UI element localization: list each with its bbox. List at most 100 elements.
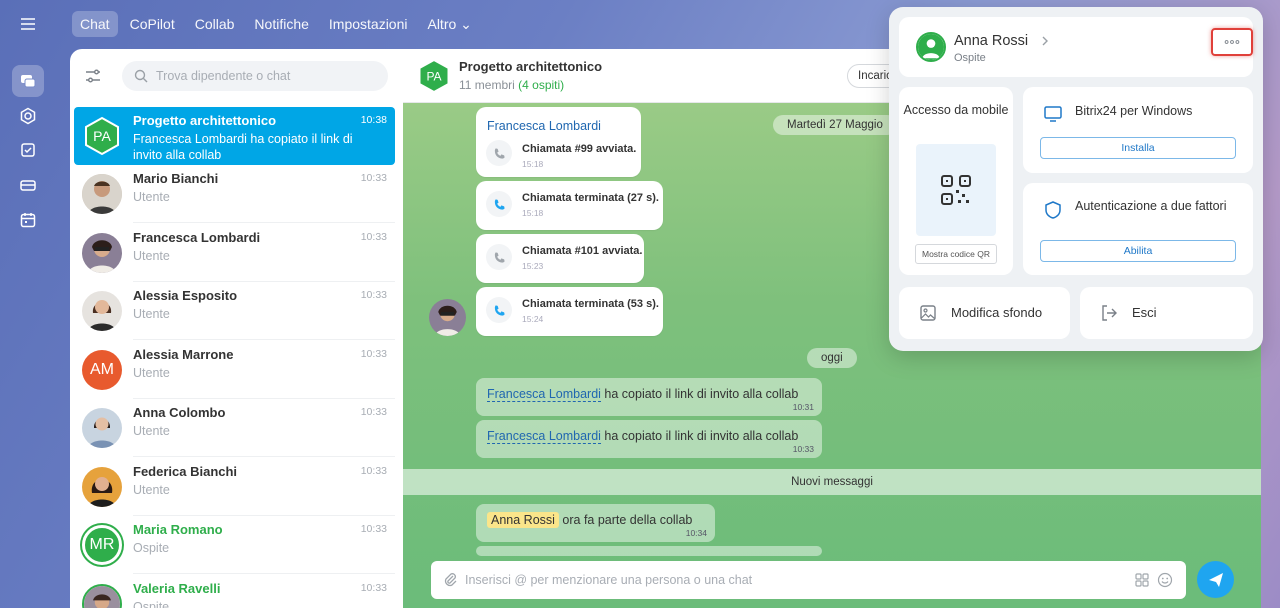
- drive-icon[interactable]: [12, 169, 44, 201]
- chat-name: Federica Bianchi: [133, 464, 238, 479]
- call-time: 15:18: [522, 159, 544, 169]
- new-messages-divider: Nuovi messaggi: [403, 469, 1261, 495]
- phone-icon: [486, 191, 512, 217]
- logout-button[interactable]: Esci: [1080, 287, 1253, 339]
- chat-item-maria-romano[interactable]: MR Maria Romano 10:33 Ospite: [74, 516, 395, 574]
- call-message: Chiamata terminata (27 s). 15:18: [476, 181, 663, 230]
- image-icon: [920, 305, 936, 321]
- tab-chat[interactable]: Chat: [72, 11, 118, 37]
- chat-item-francesca[interactable]: Francesca Lombardi 10:33 Utente: [74, 224, 395, 282]
- call-text: Chiamata terminata (27 s).: [522, 192, 659, 204]
- user-link[interactable]: Francesca Lombardi: [487, 387, 601, 402]
- call-time: 15:23: [522, 261, 544, 271]
- windows-app-card: Bitrix24 per Windows Installa: [1023, 87, 1253, 173]
- chat-role: Ospite: [133, 600, 170, 608]
- sender-name[interactable]: Francesca Lombardi: [487, 119, 601, 133]
- chat-item-mario[interactable]: Mario Bianchi 10:33 Utente: [74, 165, 395, 223]
- user-mention[interactable]: Anna Rossi: [487, 512, 559, 528]
- chat-role: Utente: [133, 249, 170, 263]
- chat-item-alessia-esposito[interactable]: Alessia Esposito 10:33 Utente: [74, 282, 395, 340]
- avatar: MR: [82, 525, 122, 565]
- chat-role: Utente: [133, 307, 170, 321]
- tab-impostazioni[interactable]: Impostazioni: [321, 11, 416, 37]
- tab-copilot[interactable]: CoPilot: [122, 11, 183, 37]
- calendar-icon[interactable]: [12, 204, 44, 236]
- logout-label: Esci: [1132, 305, 1157, 320]
- chat-item-federica[interactable]: Federica Bianchi 10:33 Utente: [74, 458, 395, 516]
- chat-item-alessia-marrone[interactable]: AM Alessia Marrone 10:33 Utente: [74, 341, 395, 399]
- hexagon-icon[interactable]: [12, 100, 44, 132]
- chat-item-progetto[interactable]: PA Progetto architettonico 10:38 Frances…: [74, 107, 395, 165]
- chat-avatar[interactable]: PA: [417, 59, 451, 93]
- user-menu-popup: Anna Rossi Ospite Accesso da mobile Most…: [889, 7, 1263, 351]
- avatar: AM: [82, 350, 122, 390]
- send-button[interactable]: [1197, 561, 1234, 598]
- chat-time: 10:33: [360, 582, 387, 594]
- chat-role: Utente: [133, 190, 170, 204]
- tasks-icon[interactable]: [12, 134, 44, 166]
- date-separator: Martedì 27 Maggio: [773, 115, 897, 135]
- call-message: Chiamata terminata (53 s). 15:24: [476, 287, 663, 336]
- top-navigation: Chat CoPilot Collab Notifiche Impostazio…: [72, 10, 480, 38]
- mobile-access-label: Accesso da mobile: [903, 103, 1009, 117]
- filter-icon[interactable]: [84, 67, 102, 85]
- enable-button[interactable]: Abilita: [1040, 240, 1236, 262]
- user-link[interactable]: Francesca Lombardi: [487, 429, 601, 444]
- chat-title[interactable]: Progetto architettonico: [459, 59, 602, 74]
- chat-item-valeria[interactable]: Valeria Ravelli 10:33 Ospite: [74, 575, 395, 608]
- chat-time: 10:33: [360, 348, 387, 360]
- attach-icon[interactable]: [443, 572, 458, 587]
- joined-message: Anna Rossi ora fa parte della collab 10:…: [476, 504, 715, 542]
- chat-item-anna-colombo[interactable]: Anna Colombo 10:33 Utente: [74, 399, 395, 457]
- tab-notifiche[interactable]: Notifiche: [246, 11, 316, 37]
- call-message: Chiamata #101 avviata. 15:23: [476, 234, 644, 283]
- chat-name: Francesca Lombardi: [133, 230, 261, 245]
- search-icon: [134, 69, 148, 83]
- message-input[interactable]: [465, 561, 1105, 599]
- chat-time: 10:33: [360, 172, 387, 184]
- avatar: [82, 584, 122, 608]
- call-text: Chiamata #99 avviata.: [522, 143, 637, 155]
- apps-icon[interactable]: [1134, 572, 1150, 588]
- avatar: [82, 467, 122, 507]
- avatar: [82, 233, 122, 273]
- phone-icon: [486, 140, 512, 166]
- sender-avatar[interactable]: [429, 299, 466, 336]
- show-qr-button[interactable]: Mostra codice QR: [915, 244, 997, 264]
- emoji-icon[interactable]: [1157, 572, 1173, 588]
- message-time: 10:31: [792, 402, 814, 412]
- menu-icon[interactable]: [12, 8, 44, 40]
- send-icon: [1208, 572, 1223, 587]
- user-avatar: [916, 32, 946, 62]
- call-text: Chiamata #101 avviata.: [522, 245, 643, 257]
- more-options-button[interactable]: [1211, 28, 1253, 56]
- avatar: [82, 174, 122, 214]
- search-box: [122, 61, 388, 91]
- svg-text:PA: PA: [426, 70, 441, 84]
- install-button[interactable]: Installa: [1040, 137, 1236, 159]
- message-composer: [431, 561, 1186, 599]
- chat-list: PA Progetto architettonico 10:38 Frances…: [70, 49, 403, 608]
- call-time: 15:24: [522, 314, 544, 324]
- avatar: PA: [82, 116, 122, 156]
- chat-name: Mario Bianchi: [133, 171, 219, 186]
- mobile-access-card: Accesso da mobile Mostra codice QR: [899, 87, 1013, 275]
- chat-time: 10:33: [360, 289, 387, 301]
- user-card[interactable]: Anna Rossi Ospite: [899, 17, 1253, 77]
- chat-name: Alessia Esposito: [133, 288, 238, 303]
- avatar-initials: PA: [93, 128, 111, 144]
- change-background-label: Modifica sfondo: [951, 305, 1043, 320]
- qr-code-icon: [916, 144, 996, 236]
- chat-members[interactable]: 11 membri (4 ospiti): [459, 78, 564, 92]
- tab-collab[interactable]: Collab: [187, 11, 243, 37]
- search-bar: [80, 61, 390, 91]
- two-factor-title: Autenticazione a due fattori: [1075, 199, 1227, 213]
- tab-altro[interactable]: Altro ⌄: [419, 11, 479, 38]
- more-dots-icon: [1224, 40, 1240, 44]
- avatar: [82, 291, 122, 331]
- chat-icon[interactable]: [12, 65, 44, 97]
- windows-app-title: Bitrix24 per Windows: [1075, 104, 1193, 118]
- change-background-button[interactable]: Modifica sfondo: [899, 287, 1070, 339]
- search-input[interactable]: [156, 61, 376, 91]
- chat-name: Anna Colombo: [133, 405, 226, 420]
